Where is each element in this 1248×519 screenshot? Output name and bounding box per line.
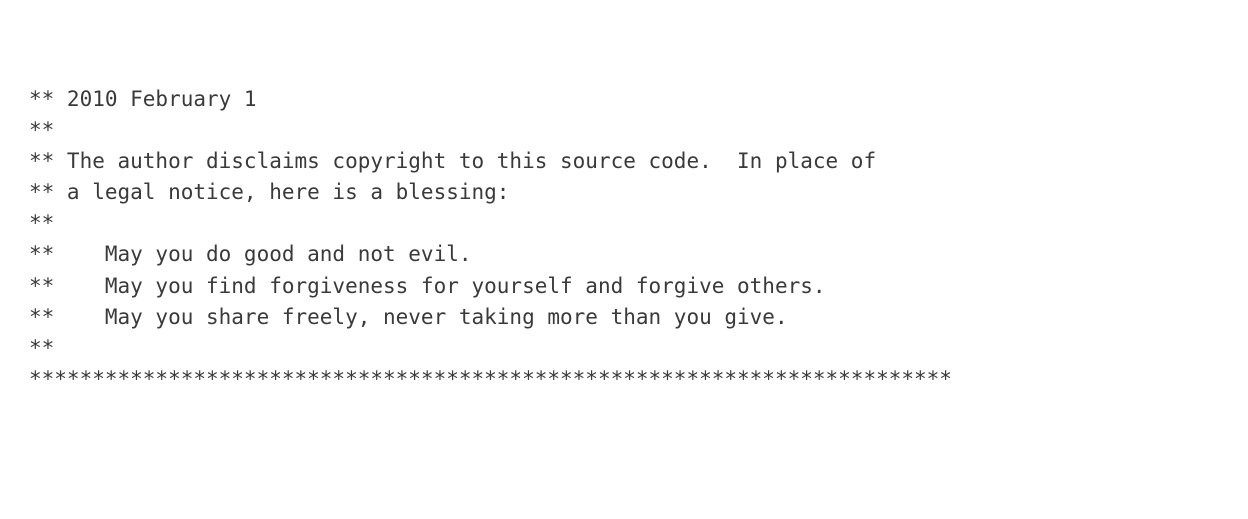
code-line-divider: ****************************************… [29, 366, 952, 391]
code-comment-block: ** 2010 February 1 ** ** The author discla… [29, 84, 1229, 395]
code-line: ** May you do good and not evil. [29, 242, 472, 267]
code-line: ** [29, 118, 55, 143]
document-page: ** 2010 February 1 ** ** The author discla… [0, 0, 1248, 519]
code-line: ** a legal notice, here is a blessing: [29, 180, 510, 205]
code-line: ** The author disclaims copyright to thi… [29, 149, 877, 174]
code-line: ** May you find forgiveness for yourself… [29, 273, 826, 298]
code-content: ** 2010 February 1 ** ** The author discla… [29, 84, 1229, 395]
code-line: ** May you share freely, never taking mo… [29, 304, 788, 329]
code-line: ** [29, 211, 55, 236]
code-line: ** 2010 February 1 [29, 87, 257, 111]
code-line: ** [29, 335, 55, 360]
